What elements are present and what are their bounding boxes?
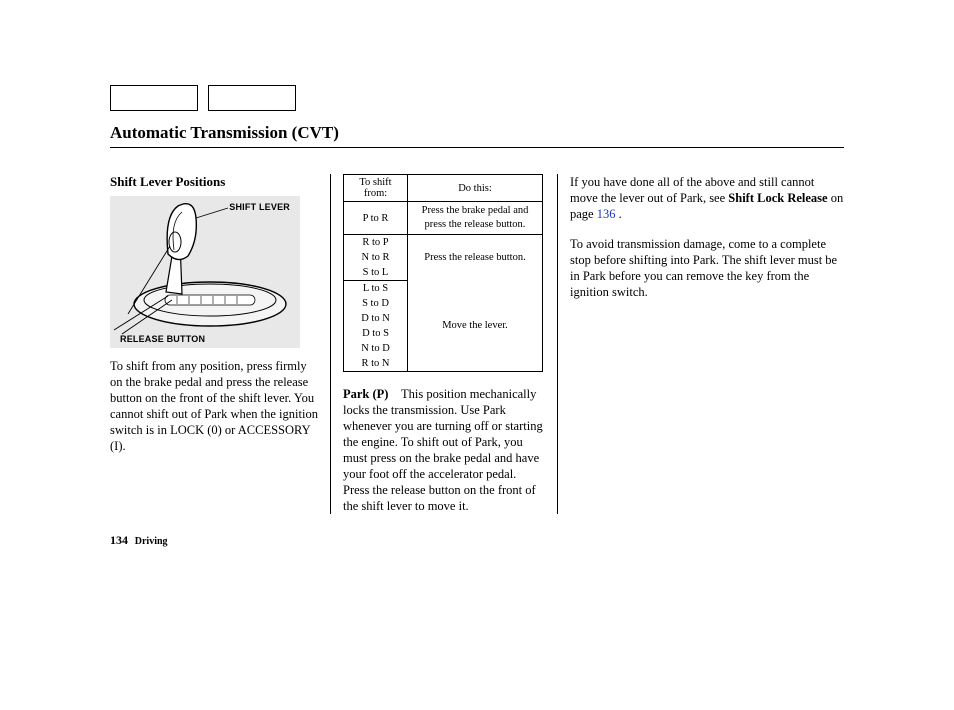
page-footer: 134 Driving (110, 533, 168, 548)
page-title: Automatic Transmission (CVT) (110, 123, 844, 148)
col1-para1: To shift from any position, press firmly… (110, 358, 318, 454)
diagram-label-shift-lever: SHIFT LEVER (229, 202, 290, 212)
shift-from-cell: L to S (344, 281, 408, 297)
diagram-label-release-button: RELEASE BUTTON (120, 334, 205, 344)
content-columns: Shift Lever Positions SHIFT LEVER RELEAS… (110, 174, 844, 514)
shift-from-cell: R to P (344, 235, 408, 251)
shift-lever-heading: Shift Lever Positions (110, 174, 318, 190)
col3-para2: To avoid transmission damage, come to a … (570, 236, 844, 300)
shift-from-cell: N to R (344, 250, 408, 265)
column-1: Shift Lever Positions SHIFT LEVER RELEAS… (110, 174, 330, 514)
col3-para1-c: . (615, 207, 621, 221)
shift-table-head-left: To shift from: (344, 175, 408, 202)
shift-from-cell: D to N (344, 311, 408, 326)
shift-table-head-right: Do this: (408, 175, 543, 202)
shift-action-cell: Press the brake pedal and press the rele… (408, 202, 543, 235)
shift-from-cell: N to D (344, 341, 408, 356)
header-box-1 (110, 85, 198, 111)
shift-lever-diagram: SHIFT LEVER RELEASE BUTTON (110, 196, 300, 348)
header-box-2 (208, 85, 296, 111)
shift-from-cell: S to D (344, 296, 408, 311)
header-placeholder-boxes (110, 85, 844, 111)
footer-section: Driving (135, 536, 168, 547)
column-2: To shift from: Do this: P to RPress the … (330, 174, 558, 514)
col3-para1: If you have done all of the above and st… (570, 174, 844, 222)
shift-action-cell: Move the lever. (408, 281, 543, 372)
park-label: Park (P) (343, 387, 388, 401)
park-paragraph: Park (P) This position mechani­cally loc… (343, 386, 545, 514)
column-3: If you have done all of the above and st… (558, 174, 844, 514)
shift-from-cell: D to S (344, 326, 408, 341)
shift-from-cell: S to L (344, 265, 408, 281)
page-136-link[interactable]: 136 (597, 207, 616, 221)
shift-from-cell: R to N (344, 356, 408, 372)
shift-lock-release-ref: Shift Lock Release (728, 191, 827, 205)
shift-lever-icon (110, 196, 300, 348)
park-text: This position mechani­cally locks the tr… (343, 387, 543, 513)
page-number: 134 (110, 533, 128, 547)
shift-table: To shift from: Do this: P to RPress the … (343, 174, 543, 372)
shift-action-cell: Press the release button. (408, 235, 543, 281)
shift-from-cell: P to R (344, 202, 408, 235)
